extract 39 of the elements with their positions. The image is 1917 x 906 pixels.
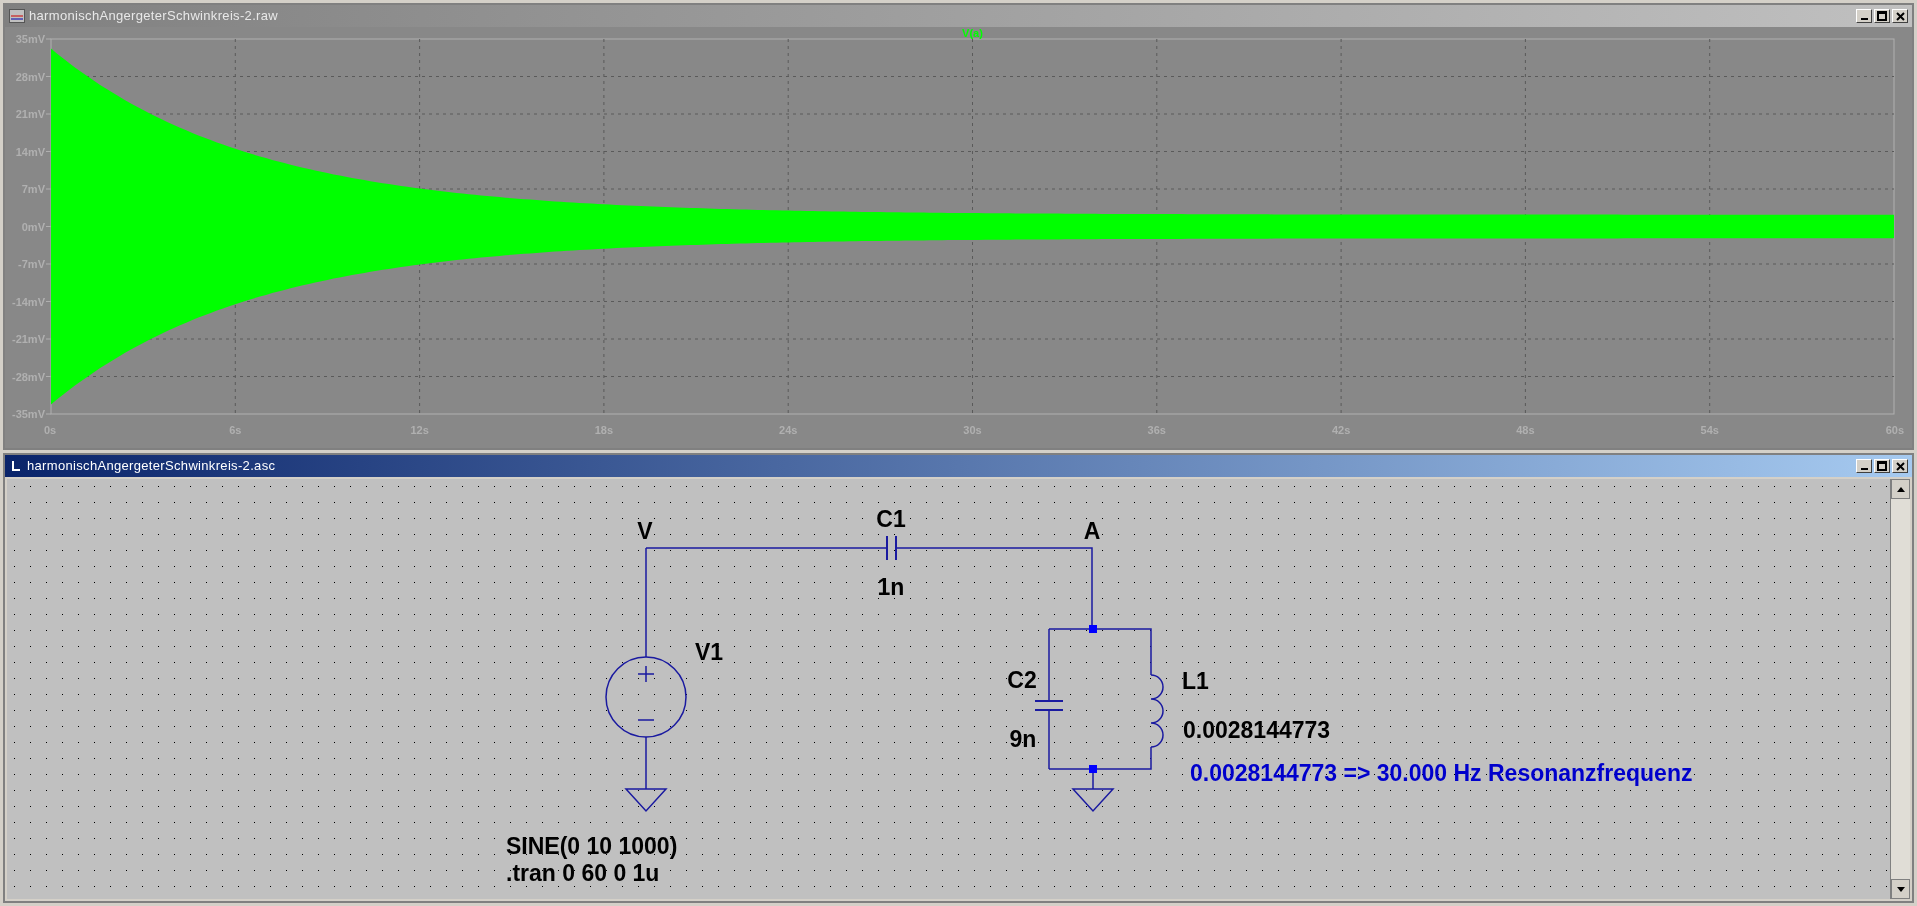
- comment-text: 0.0028144773 => 30.000 Hz Resonanzfrequenz: [1190, 760, 1693, 786]
- component-value: SINE(0 10 1000): [506, 833, 678, 859]
- waveform-window-icon: [9, 9, 25, 23]
- window-title: harmonischAngergeterSchwinkreis-2.raw: [29, 7, 278, 26]
- schematic-window-icon: [9, 459, 23, 473]
- close-icon: [1895, 11, 1905, 21]
- net-label: A: [1083, 518, 1101, 544]
- scroll-up-button[interactable]: [1891, 479, 1910, 499]
- scroll-down-button[interactable]: [1891, 879, 1910, 899]
- net-label: V: [637, 518, 653, 544]
- component-label: L1: [1182, 668, 1209, 694]
- close-button[interactable]: [1892, 9, 1908, 23]
- capacitor-symbol: [886, 535, 897, 561]
- minimize-icon: [1860, 468, 1868, 470]
- down-arrow-icon: [1896, 886, 1905, 892]
- component-value: 0.0028144773: [1183, 717, 1331, 743]
- vertical-scrollbar[interactable]: [1890, 479, 1910, 899]
- wire: [645, 736, 647, 790]
- maximize-button[interactable]: [1874, 459, 1890, 473]
- component-value: 9n: [1009, 726, 1037, 752]
- ground-symbol: [1071, 788, 1115, 813]
- trace-label: V(a): [962, 27, 983, 39]
- close-icon: [1895, 461, 1905, 471]
- component-label: V1: [695, 639, 724, 665]
- up-arrow-icon: [1896, 486, 1905, 492]
- maximize-button[interactable]: [1874, 9, 1890, 23]
- close-button[interactable]: [1892, 459, 1908, 473]
- component-label: C2: [1007, 667, 1037, 693]
- maximize-icon: [1877, 461, 1887, 471]
- component-label: C1: [876, 506, 906, 532]
- spice-directive: .tran 0 60 0 1u: [506, 860, 660, 886]
- maximize-icon: [1877, 11, 1887, 21]
- minimize-icon: [1860, 18, 1868, 20]
- ground-symbol: [624, 788, 668, 813]
- window-title: harmonischAngergeterSchwinkreis-2.asc: [27, 457, 276, 476]
- capacitor-symbol: [1034, 700, 1064, 711]
- minimize-button[interactable]: [1856, 9, 1872, 23]
- minimize-button[interactable]: [1856, 459, 1872, 473]
- component-value: 1n: [877, 574, 905, 600]
